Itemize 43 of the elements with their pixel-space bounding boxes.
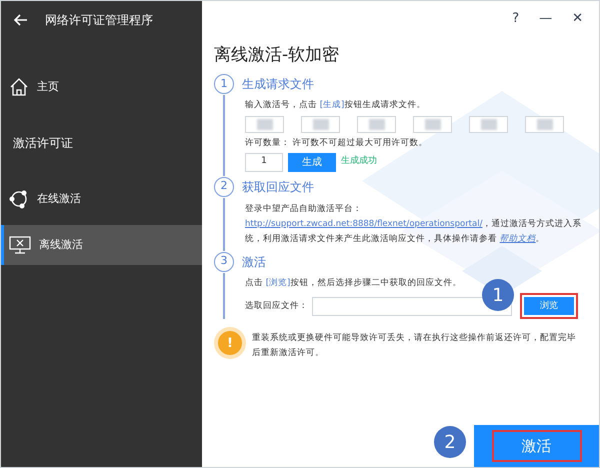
code-field[interactable] bbox=[245, 116, 284, 133]
house-icon bbox=[9, 77, 29, 97]
code-field[interactable] bbox=[301, 116, 340, 133]
blurred-value bbox=[424, 118, 440, 130]
step-title: 生成请求文件 bbox=[242, 76, 314, 93]
count-label: 许可数量： 许可数不可超过最大可用许可数。 bbox=[245, 136, 429, 150]
callout-number: 2 bbox=[434, 426, 466, 458]
count-field[interactable]: 1 bbox=[245, 152, 283, 172]
blurred-value bbox=[312, 118, 328, 130]
instruction-text: 点击 [浏览]按钮，然后选择步骤二中获取的回应文件。 bbox=[245, 276, 462, 290]
app-title: 网络许可证管理程序 bbox=[45, 12, 153, 29]
file-label: 选取回应文件： bbox=[245, 300, 308, 313]
code-field[interactable] bbox=[469, 116, 508, 133]
page-title: 离线激活-软加密 bbox=[214, 44, 340, 66]
nav-item[interactable]: 主页 bbox=[1, 67, 202, 107]
status-text: 生成成功 bbox=[341, 155, 377, 168]
blurred-value bbox=[368, 118, 384, 130]
warning-text: 重装系统或更换硬件可能导致许可丢失，请在执行这些操作前返还许可，配置完毕后重新激活许可。 bbox=[252, 332, 577, 360]
warning-icon: ! bbox=[218, 331, 242, 356]
back-icon[interactable] bbox=[13, 12, 29, 28]
nav-item[interactable]: 离线激活 bbox=[1, 225, 202, 265]
window-control[interactable]: ? bbox=[512, 9, 520, 28]
code-field[interactable] bbox=[357, 116, 396, 133]
help-link[interactable]: 帮助文档 bbox=[500, 234, 536, 244]
step-number: 1 bbox=[214, 74, 234, 94]
window-control[interactable]: — bbox=[539, 9, 552, 28]
instruction-text: 输入激活号，点击 [生成]按钮生成请求文件。 bbox=[245, 99, 426, 112]
step-title: 激活 bbox=[242, 254, 266, 270]
step-number: 2 bbox=[214, 176, 234, 196]
description-text: 登录中望产品自助激活平台： http://support.zwcad.net:8888/flexnet/operationsportal/，通过激活号方式进入系统，利用激活请求文件来产生此激活响应文件，具体操作请参看 帮助文档。 bbox=[245, 202, 582, 246]
section-heading: 激活许可证 bbox=[13, 135, 73, 152]
nav-item[interactable]: 在线激活 bbox=[1, 179, 202, 219]
window-control[interactable]: ✕ bbox=[572, 9, 583, 28]
blurred-value bbox=[480, 118, 496, 130]
code-field[interactable] bbox=[413, 116, 452, 133]
step-number: 3 bbox=[214, 252, 234, 272]
step-title: 获取回应文件 bbox=[242, 178, 314, 196]
blurred-value bbox=[256, 118, 272, 130]
blurred-value bbox=[536, 118, 552, 130]
url-link[interactable]: http://support.zwcad.net:8888/flexnet/operationsportal/ bbox=[245, 218, 482, 228]
monitor-icon bbox=[9, 236, 31, 254]
code-field[interactable] bbox=[525, 116, 564, 133]
network-icon bbox=[9, 189, 29, 209]
